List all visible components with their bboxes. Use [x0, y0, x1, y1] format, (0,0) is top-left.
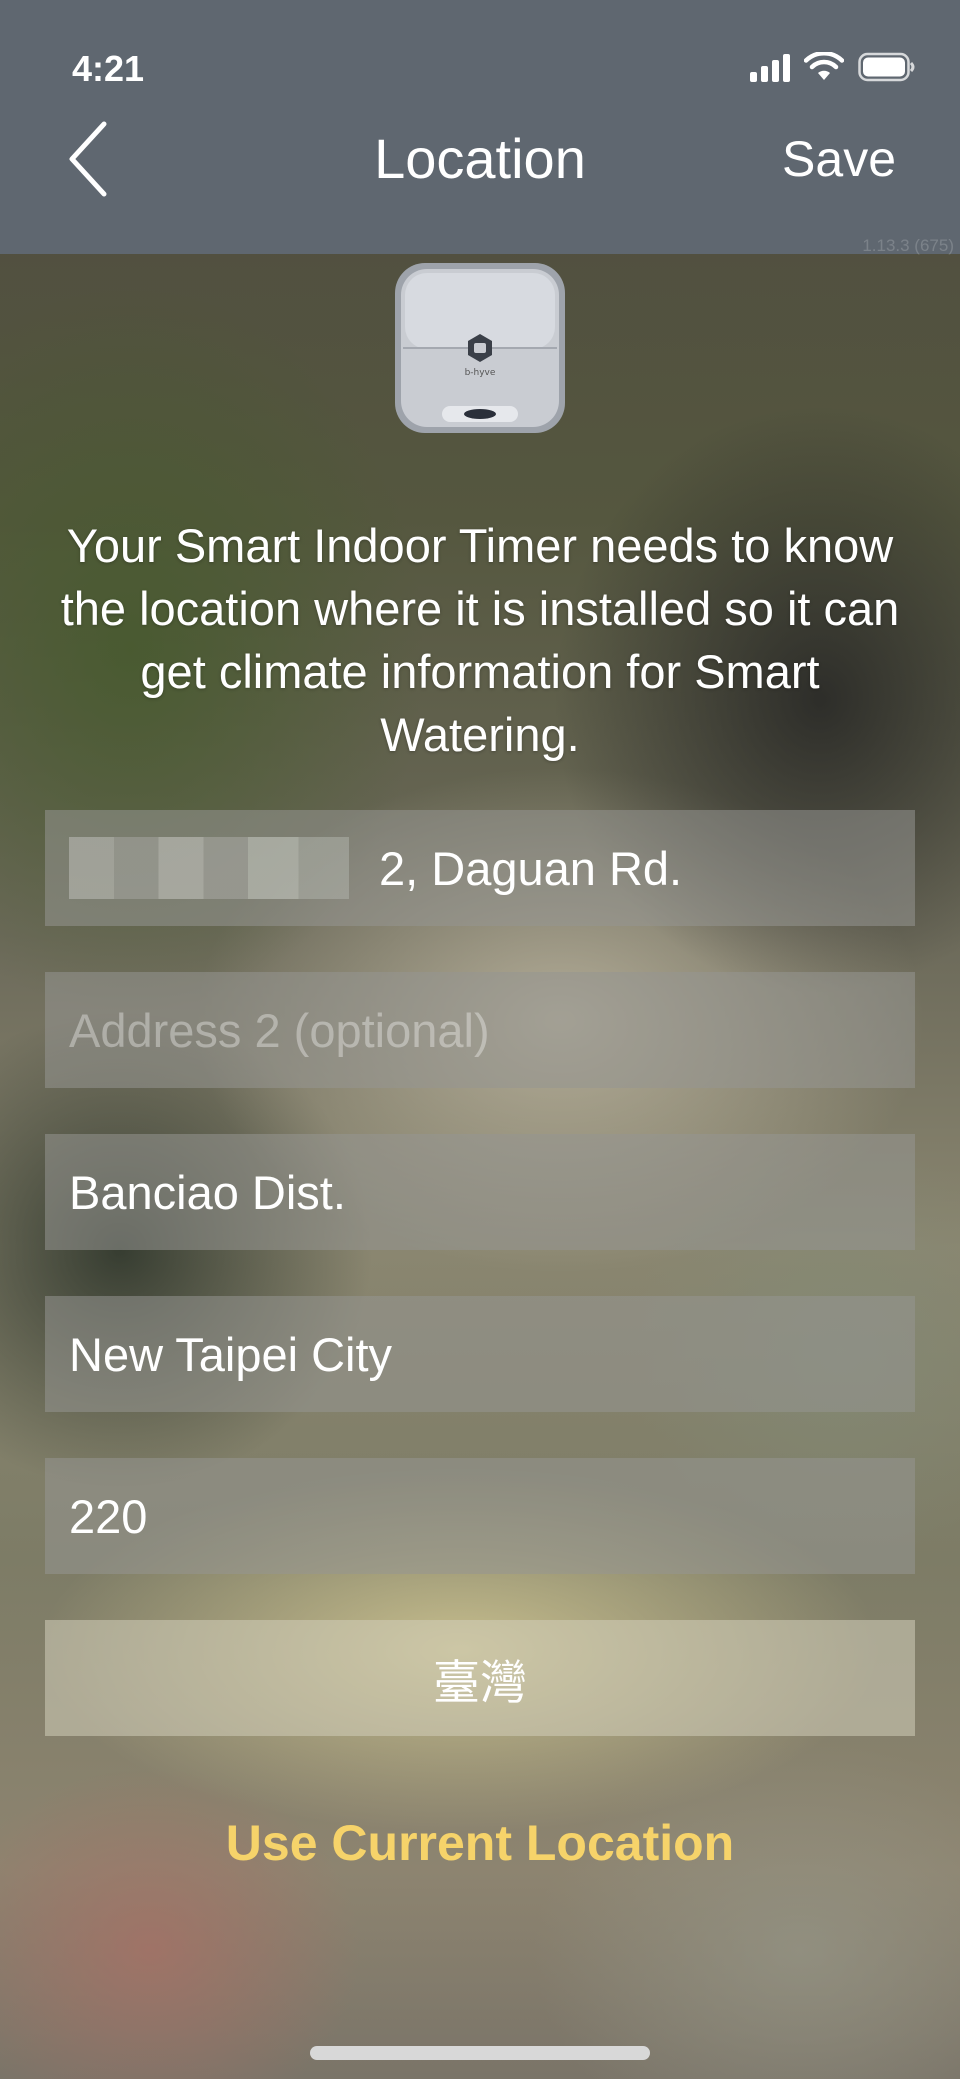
state-value: New Taipei City	[69, 1327, 393, 1381]
location-description: Your Smart Indoor Timer needs to know th…	[60, 519, 900, 761]
address-line-1-field[interactable]: 2, Daguan Rd.	[45, 810, 915, 926]
wifi-icon	[804, 52, 844, 80]
use-current-location-button[interactable]: Use Current Location	[0, 1814, 960, 1872]
zip-code-field[interactable]: 220	[45, 1458, 915, 1574]
status-icons	[750, 52, 916, 82]
address-line-2-field[interactable]: Address 2 (optional)	[45, 972, 915, 1088]
battery-icon	[858, 52, 915, 82]
navigation-bar: 4:21 Location Save 1.13.3 (675)	[0, 0, 960, 255]
status-time: 4:21	[72, 48, 145, 89]
home-indicator	[310, 2046, 650, 2060]
country-value: 臺灣	[433, 1655, 527, 1711]
version-label: 1.13.3 (675)	[862, 236, 954, 255]
redacted-address-number	[69, 837, 349, 899]
zip-code-value: 220	[69, 1489, 148, 1543]
save-button[interactable]: Save	[782, 130, 896, 188]
device-image: b-hyve	[392, 260, 568, 436]
back-button[interactable]	[60, 118, 120, 200]
address-line-2-placeholder: Address 2 (optional)	[69, 1003, 490, 1057]
status-bar: 4:21	[0, 0, 960, 120]
device-brand-label: b-hyve	[465, 368, 496, 378]
address-line-1-value: 2, Daguan Rd.	[379, 841, 683, 895]
chevron-left-icon	[69, 121, 107, 197]
city-field[interactable]: Banciao Dist.	[45, 1134, 915, 1250]
city-value: Banciao Dist.	[69, 1165, 346, 1219]
state-field[interactable]: New Taipei City	[45, 1296, 915, 1412]
country-selector[interactable]: 臺灣	[45, 1620, 915, 1736]
cellular-signal-icon	[750, 52, 790, 82]
